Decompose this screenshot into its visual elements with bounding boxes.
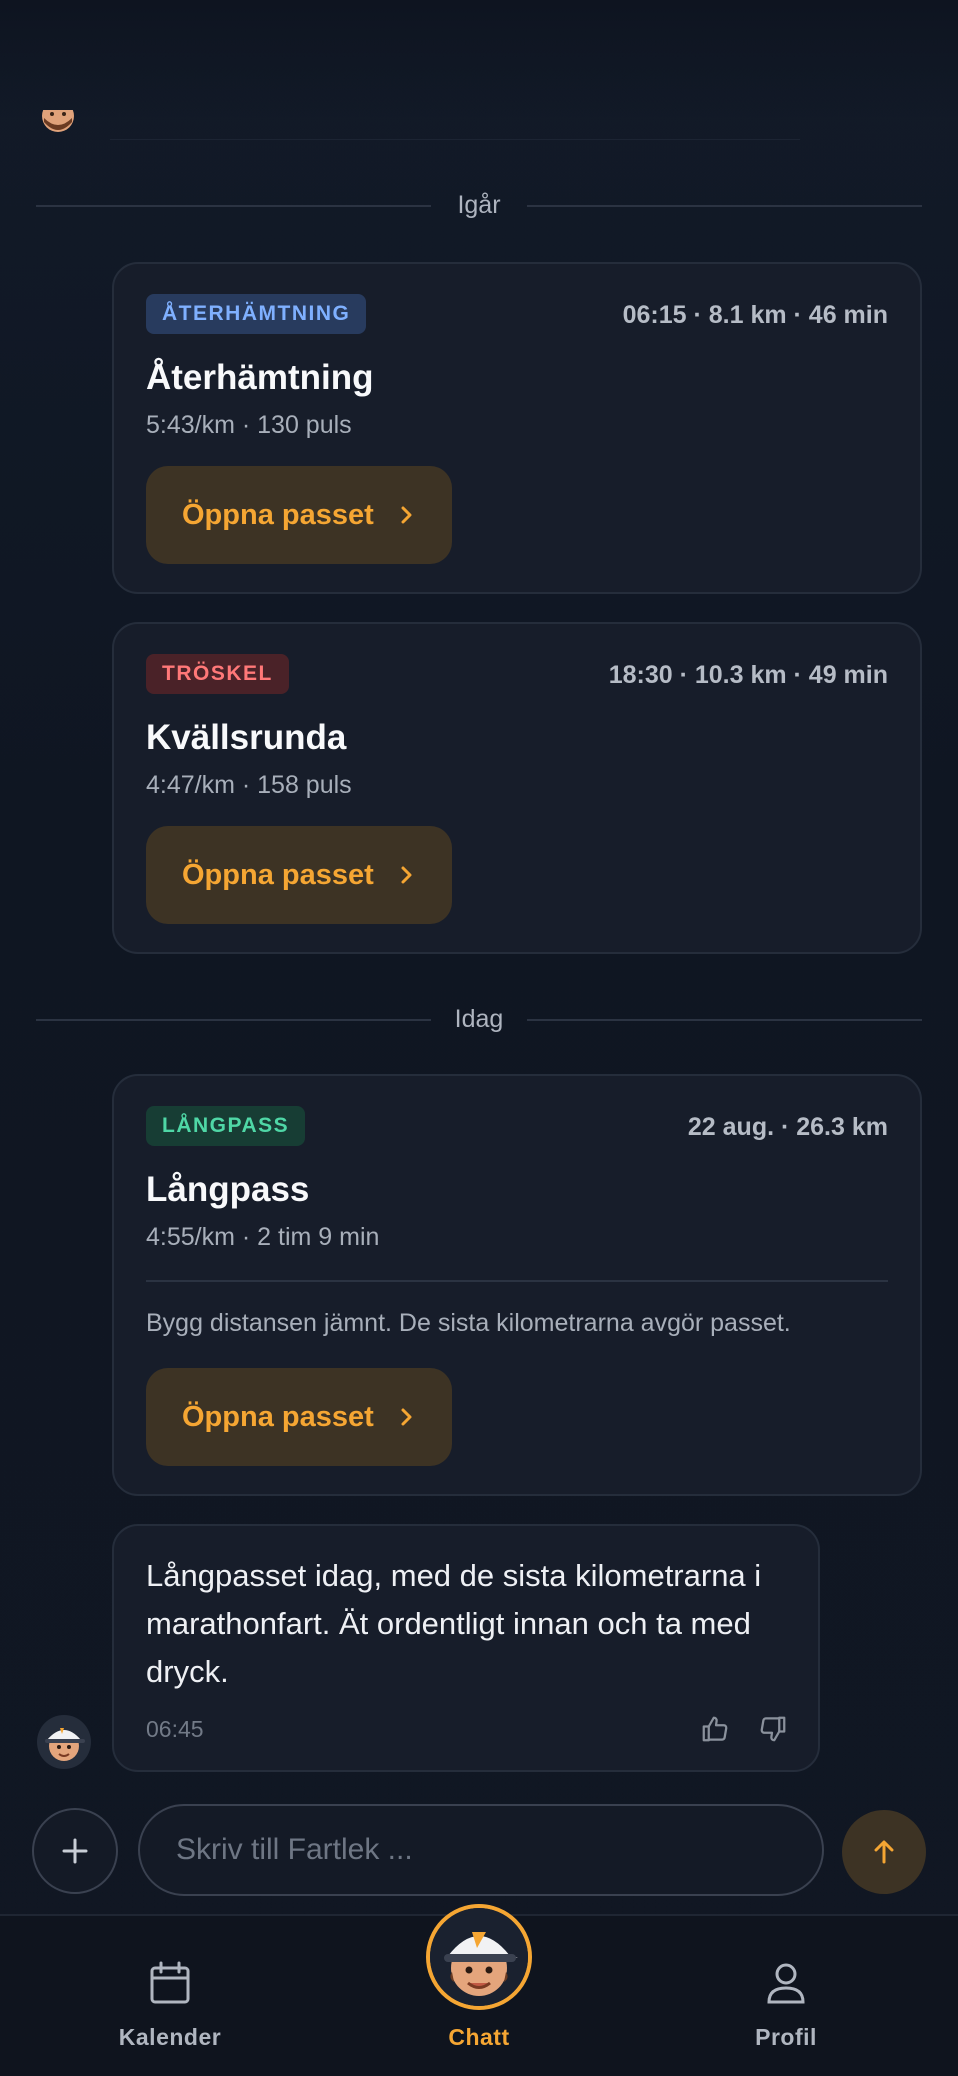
coach-avatar-partial: [40, 110, 76, 140]
previous-message-edge: [110, 139, 800, 140]
workout-meta: 22 aug. · 26.3 km: [687, 1113, 888, 1141]
coach-message-text: Långpasset idag, med de sista kilometrar…: [146, 1558, 762, 1689]
workout-title: Återhämtning: [146, 358, 374, 397]
open-workout-label: Öppna passet: [182, 858, 374, 891]
chat-coach-avatar[interactable]: [426, 1904, 532, 2010]
workout-title: Kvällsrunda: [146, 718, 347, 757]
workout-stats: 4:55/km · 2 tim 9 min: [146, 1223, 380, 1251]
workout-stats: 5:43/km · 130 puls: [146, 411, 352, 439]
send-button[interactable]: [842, 1810, 926, 1894]
nav-label: Chatt: [448, 2024, 510, 2050]
nav-item-profile[interactable]: Profil: [696, 1916, 876, 2076]
workout-type-badge: LÅNGPASS: [146, 1106, 306, 1146]
nav-label: Kalender: [118, 2024, 222, 2050]
thumbs-down-icon[interactable]: [756, 1712, 790, 1746]
plus-icon: [62, 1838, 88, 1864]
add-attachment-button[interactable]: [32, 1808, 118, 1894]
chevron-right-icon: [400, 865, 414, 885]
arrow-up-icon: [874, 1840, 894, 1864]
coach-avatar: [36, 1714, 92, 1770]
workout-meta: 18:30 · 10.3 km · 49 min: [608, 661, 888, 689]
chevron-right-icon: [400, 505, 414, 525]
user-icon: [764, 1960, 808, 2011]
nav-label: Profil: [755, 2024, 817, 2050]
card-separator: [146, 1280, 888, 1282]
calendar-icon: [148, 1960, 192, 2011]
workout-note: Bygg distansen jämnt. De sista kilometra…: [146, 1309, 791, 1337]
open-workout-button[interactable]: Öppna passet: [146, 826, 452, 924]
nav-item-calendar[interactable]: Kalender: [80, 1916, 260, 2076]
workout-title: Långpass: [146, 1170, 310, 1209]
date-divider-today: Idag: [36, 1004, 922, 1034]
open-workout-button[interactable]: Öppna passet: [146, 466, 452, 564]
date-divider-yesterday: Igår: [36, 190, 922, 220]
workout-type-badge: TRÖSKEL: [146, 654, 289, 694]
workout-type-badge: ÅTERHÄMTNING: [146, 294, 367, 334]
message-input[interactable]: [176, 1833, 776, 1867]
workout-stats: 4:47/km · 158 puls: [146, 771, 352, 799]
workout-card: ÅTERHÄMTNING 06:15 · 8.1 km · 46 min Åte…: [112, 262, 922, 594]
workout-meta: 06:15 · 8.1 km · 46 min: [622, 301, 888, 329]
top-fade: [0, 0, 958, 120]
open-workout-label: Öppna passet: [182, 1400, 374, 1433]
workout-card: TRÖSKEL 18:30 · 10.3 km · 49 min Kvällsr…: [112, 622, 922, 954]
open-workout-label: Öppna passet: [182, 498, 374, 531]
workout-card: LÅNGPASS 22 aug. · 26.3 km Långpass 4:55…: [112, 1074, 922, 1496]
coach-message-bubble: Långpasset idag, med de sista kilometrar…: [112, 1524, 820, 1772]
open-workout-button[interactable]: Öppna passet: [146, 1368, 452, 1466]
thumbs-up-icon[interactable]: [698, 1712, 732, 1746]
chevron-right-icon: [400, 1407, 414, 1427]
message-input-container[interactable]: [138, 1804, 824, 1896]
message-timestamp: 06:45: [146, 1716, 204, 1742]
